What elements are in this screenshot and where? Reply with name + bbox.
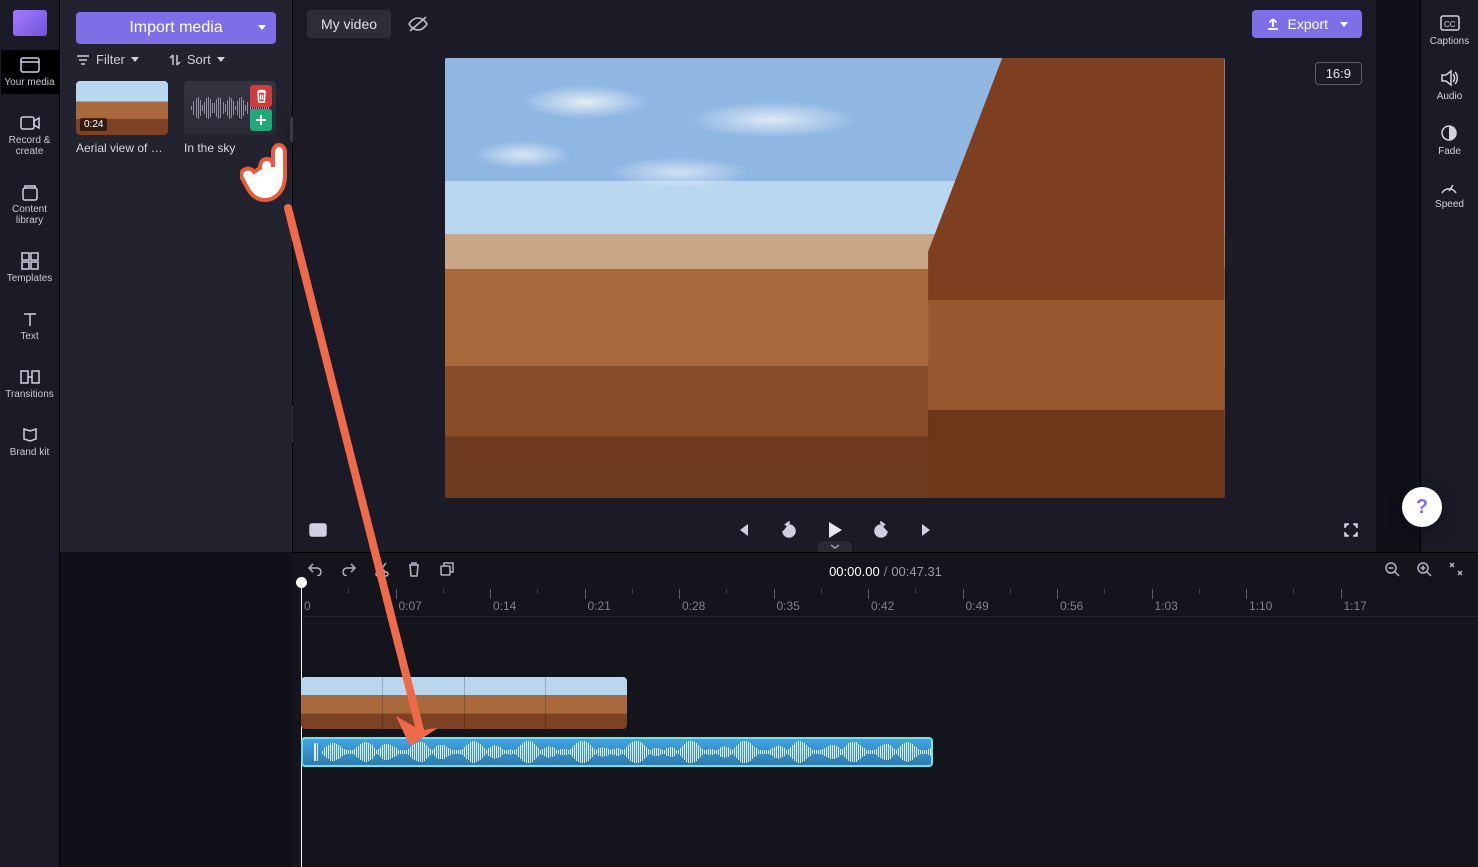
rail-label: Speed <box>1435 199 1464 210</box>
rail-label: Record & create <box>1 135 59 157</box>
sort-button[interactable]: Sort <box>169 52 225 67</box>
rail-captions[interactable]: CC Captions <box>1430 14 1469 47</box>
sort-icon <box>169 53 181 67</box>
chevron-down-icon <box>1340 22 1348 27</box>
library-icon <box>20 183 40 201</box>
rail-transitions[interactable]: Transitions <box>1 362 59 406</box>
filter-label: Filter <box>96 52 125 67</box>
main-area: My video Export 16:9 5 5 <box>293 0 1376 552</box>
video-preview[interactable] <box>445 58 1225 498</box>
rail-fade[interactable]: Fade <box>1438 124 1461 157</box>
clip-duration: 0:24 <box>80 118 107 131</box>
timeline: 00:00.00/00:47.31 00:070:140:210:280:350… <box>293 552 1478 867</box>
add-to-timeline-button[interactable] <box>250 109 272 131</box>
app-logo <box>13 10 47 36</box>
media-clip-video[interactable]: 0:24 Aerial view of … ✓ <box>76 81 168 155</box>
skip-back-button[interactable] <box>732 519 754 541</box>
delete-button[interactable] <box>407 561 421 582</box>
video-track-clip[interactable] <box>301 677 627 729</box>
zoom-in-button[interactable] <box>1416 561 1432 582</box>
audio-track-clip[interactable] <box>301 737 933 767</box>
rail-label: Transitions <box>5 389 54 400</box>
rail-record[interactable]: Record & create <box>1 108 59 163</box>
skip-forward-button[interactable] <box>916 519 938 541</box>
rail-label: Templates <box>7 273 53 284</box>
fullscreen-button[interactable] <box>1340 519 1362 541</box>
project-title[interactable]: My video <box>307 10 391 38</box>
right-tool-rail: CC Captions Audio Fade Speed <box>1420 0 1478 552</box>
rail-templates[interactable]: Templates <box>1 246 59 290</box>
import-media-button[interactable]: Import media <box>76 12 276 44</box>
zoom-out-button[interactable] <box>1384 561 1400 582</box>
rail-label: Captions <box>1430 36 1469 47</box>
chevron-down-icon <box>258 25 266 30</box>
zoom-fit-button[interactable] <box>1448 561 1464 582</box>
record-icon <box>20 114 40 132</box>
safe-zone-button[interactable] <box>307 519 329 541</box>
rail-speed[interactable]: Speed <box>1435 179 1464 210</box>
svg-text:5: 5 <box>878 529 882 536</box>
upload-icon <box>1266 17 1280 31</box>
chevron-down-icon <box>131 57 139 62</box>
rail-audio[interactable]: Audio <box>1437 69 1463 102</box>
export-label: Export <box>1288 16 1328 32</box>
rail-label: Text <box>20 331 38 342</box>
timeline-toolbar: 00:00.00/00:47.31 <box>293 553 1478 589</box>
delete-clip-button[interactable] <box>250 85 272 107</box>
svg-text:5: 5 <box>786 529 790 536</box>
rail-text[interactable]: Text <box>1 304 59 348</box>
export-button[interactable]: Export <box>1252 10 1362 38</box>
clip-name: Aerial view of … <box>76 141 163 155</box>
rail-label: Your media <box>4 77 54 88</box>
rail-label: Content library <box>1 204 59 226</box>
rail-label: Brand kit <box>10 447 49 458</box>
rail-label: Audio <box>1437 91 1463 102</box>
check-icon: ✓ <box>167 141 168 155</box>
filter-button[interactable]: Filter <box>76 52 139 67</box>
text-icon <box>20 310 40 328</box>
hide-preview-button[interactable] <box>407 13 429 35</box>
forward-button[interactable]: 5 <box>870 519 892 541</box>
play-button[interactable] <box>824 519 846 541</box>
media-clip-audio[interactable]: In the sky <box>184 81 276 155</box>
waveform-icon <box>322 739 933 765</box>
clip-handle-left[interactable] <box>314 743 318 761</box>
clip-name: In the sky <box>184 141 235 155</box>
filter-icon <box>76 54 90 66</box>
rail-label: Fade <box>1438 146 1461 157</box>
chevron-down-icon <box>217 57 225 62</box>
playback-controls: 5 5 <box>293 506 1376 552</box>
svg-text:CC: CC <box>1444 20 1456 29</box>
templates-icon <box>20 252 40 270</box>
rewind-button[interactable]: 5 <box>778 519 800 541</box>
timeline-ruler[interactable]: 00:070:140:210:280:350:420:490:561:031:1… <box>301 589 1478 617</box>
left-nav-rail: Your media Record & create Content libra… <box>0 0 60 867</box>
redo-button[interactable] <box>341 562 357 581</box>
media-panel: Import media Filter Sort 0:24 Aerial vie… <box>60 0 293 552</box>
sort-label: Sort <box>187 52 211 67</box>
rail-content-library[interactable]: Content library <box>1 177 59 232</box>
import-label: Import media <box>129 19 222 37</box>
media-icon <box>20 56 40 74</box>
brand-icon <box>20 426 40 444</box>
transitions-icon <box>20 368 40 386</box>
help-button[interactable]: ? <box>1402 487 1442 527</box>
top-bar: My video Export <box>293 0 1376 48</box>
rail-brand-kit[interactable]: Brand kit <box>1 420 59 464</box>
split-button[interactable] <box>375 561 389 582</box>
undo-button[interactable] <box>307 562 323 581</box>
timecode: 00:00.00/00:47.31 <box>829 564 942 579</box>
aspect-ratio-button[interactable]: 16:9 <box>1315 62 1362 85</box>
rail-your-media[interactable]: Your media <box>1 50 59 94</box>
duplicate-button[interactable] <box>439 561 455 582</box>
